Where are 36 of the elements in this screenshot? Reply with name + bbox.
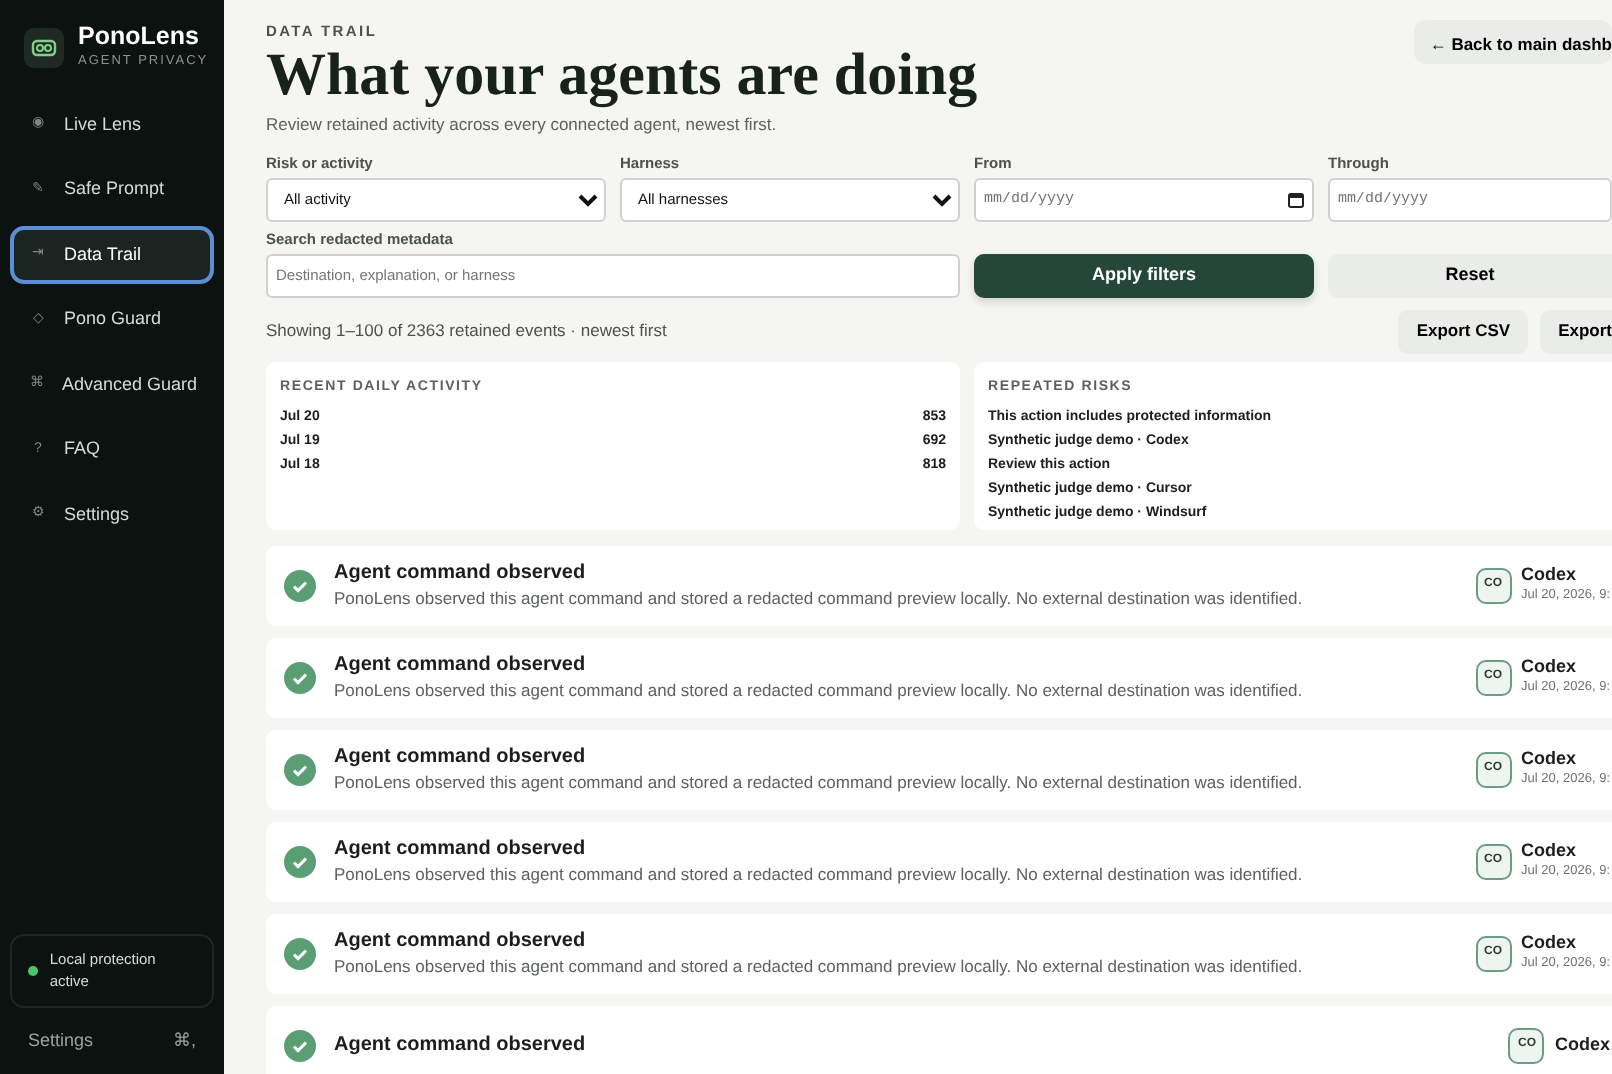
brand-name: PonoLens: [78, 24, 201, 52]
page-title: What your agents are doing: [266, 44, 978, 108]
event-title: Agent command observed: [334, 927, 588, 954]
results-summary: Showing 1–100 of 2363 retained events · newest first: [266, 318, 667, 344]
event-description: PonoLens observed this agent command and stored a redacted command preview locally. No external destination was identified.: [334, 585, 1305, 611]
agent-name: Codex: [1554, 1034, 1610, 1056]
agent-name: Codex: [1521, 564, 1579, 587]
event-title: Agent command observed: [334, 559, 588, 586]
agent-name: Codex: [1521, 748, 1579, 771]
event-description: PonoLens observed this agent command and stored a redacted command preview locally. No external destination was identified.: [334, 769, 1305, 795]
event-description: PonoLens observed this agent command and stored a redacted command preview locally. No external destination was identified.: [334, 861, 1305, 887]
check-icon: [284, 845, 316, 877]
event-title: Agent command observed: [334, 1032, 588, 1058]
check-icon: [284, 937, 316, 969]
back-button[interactable]: ← Back to main dashb: [1413, 20, 1612, 64]
event-title: Agent command observed: [334, 835, 588, 862]
check-icon: [284, 661, 316, 693]
agent-name: Codex: [1521, 656, 1579, 679]
export-button[interactable]: Export: [1540, 309, 1612, 353]
page-subtitle: Review retained activity across every connected agent, newest first.: [266, 111, 779, 137]
agent-name: Codex: [1521, 840, 1579, 863]
apply-filters-button[interactable]: Apply filters: [974, 253, 1314, 297]
shortcut-label: ⌘,: [172, 1027, 196, 1053]
event-description: PonoLens observed this agent command and stored a redacted command preview locally. No external destination was identified.: [334, 953, 1305, 979]
reset-button[interactable]: Reset: [1328, 253, 1612, 297]
event-title: Agent command observed: [334, 651, 588, 678]
calendar-icon[interactable]: [1288, 191, 1304, 207]
check-icon: [284, 753, 316, 785]
agent-name: Codex: [1521, 932, 1579, 955]
event-title: Agent command observed: [334, 743, 588, 770]
export-button[interactable]: Export CSV: [1398, 309, 1529, 353]
logo-icon: [24, 27, 64, 68]
event-description: PonoLens observed this agent command and stored a redacted command preview locally. No external destination was identified.: [334, 677, 1305, 703]
check-icon: [284, 1029, 316, 1061]
settings-link[interactable]: Settings: [28, 1027, 94, 1054]
check-icon: [284, 569, 316, 601]
